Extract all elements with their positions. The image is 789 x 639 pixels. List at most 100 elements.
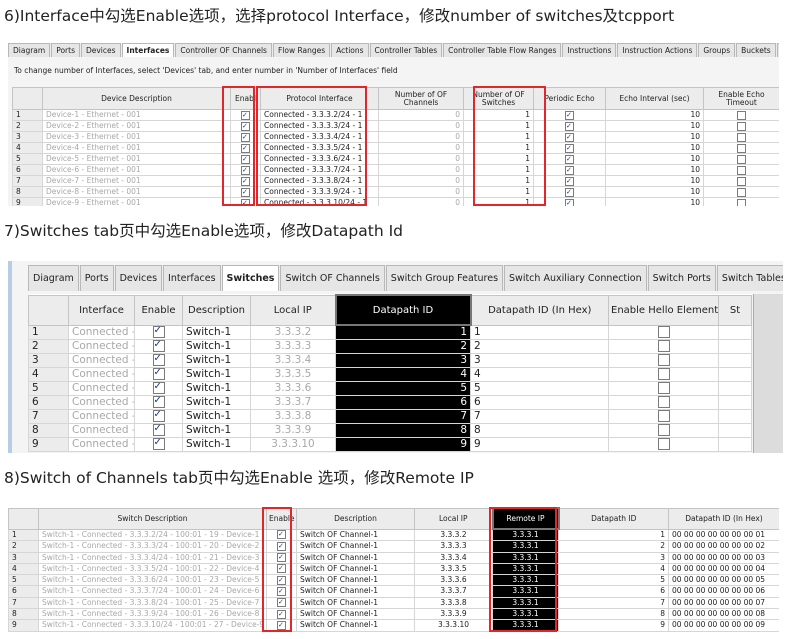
datapath-id-cell[interactable]: 2 xyxy=(335,339,471,354)
enable-cell[interactable] xyxy=(266,619,297,632)
enable-checkbox[interactable] xyxy=(152,382,165,394)
datapath-id-cell[interactable]: 1 xyxy=(558,528,669,542)
enable-checkbox[interactable] xyxy=(241,110,250,120)
table-row[interactable]: 2 Switch-1 - Connected - 3.3.3.3/24 - 100… xyxy=(8,540,779,553)
enable-checkbox[interactable] xyxy=(277,609,286,619)
echo-timeout-cell[interactable] xyxy=(703,186,779,198)
datapath-id-cell[interactable]: 4 xyxy=(558,562,669,576)
enable-cell[interactable] xyxy=(230,164,261,176)
enable-cell[interactable] xyxy=(134,395,183,410)
table-row[interactable]: 4Connected -Switch-13.3.3.544 xyxy=(28,367,752,382)
enable-checkbox[interactable] xyxy=(277,564,286,574)
description-cell[interactable]: Switch OF Channel-1 xyxy=(296,619,415,632)
echo-interval[interactable]: 10 xyxy=(605,175,704,187)
enable-checkbox[interactable] xyxy=(241,121,250,131)
echo-interval[interactable]: 10 xyxy=(605,186,704,198)
echo-interval[interactable]: 10 xyxy=(605,109,704,121)
tab-bucket-actions[interactable]: Bucket Actions xyxy=(776,43,779,57)
enable-checkbox[interactable] xyxy=(565,187,574,197)
periodic-echo-cell[interactable] xyxy=(533,197,606,206)
hello-element-cell[interactable] xyxy=(608,409,719,424)
enable-checkbox[interactable] xyxy=(737,132,746,142)
remote-ip-cell[interactable]: 3.3.3.1 xyxy=(492,585,559,598)
datapath-id-cell[interactable]: 7 xyxy=(335,409,471,424)
datapath-id-cell[interactable]: 6 xyxy=(335,395,471,410)
echo-timeout-cell[interactable] xyxy=(703,109,779,121)
datapath-id-cell[interactable]: 3 xyxy=(335,353,471,368)
enable-checkbox[interactable] xyxy=(657,410,670,422)
table-row[interactable]: 9Device-9 - Ethernet - 001 Connected - 3.… xyxy=(12,197,779,206)
remote-ip-cell[interactable]: 3.3.3.1 xyxy=(492,528,559,542)
description-cell[interactable]: Switch OF Channel-1 xyxy=(296,574,415,587)
enable-checkbox[interactable] xyxy=(657,438,670,450)
enable-checkbox[interactable] xyxy=(657,340,670,352)
enable-cell[interactable] xyxy=(134,381,183,396)
enable-checkbox[interactable] xyxy=(737,198,746,206)
enable-cell[interactable] xyxy=(134,324,183,340)
description-cell[interactable]: Switch-1 xyxy=(182,353,251,368)
enable-checkbox[interactable] xyxy=(241,143,250,153)
datapath-id-cell[interactable]: 7 xyxy=(558,596,669,610)
enable-checkbox[interactable] xyxy=(241,132,250,142)
remote-ip-cell[interactable]: 3.3.3.1 xyxy=(492,540,559,553)
echo-timeout-cell[interactable] xyxy=(703,197,779,206)
enable-checkbox[interactable] xyxy=(277,598,286,608)
periodic-echo-cell[interactable] xyxy=(533,186,606,198)
tab-instructions[interactable]: Instructions xyxy=(562,43,617,57)
table-row[interactable]: 7Device-7 - Ethernet - 001 Connected - 3.… xyxy=(12,175,779,187)
description-cell[interactable]: Switch OF Channel-1 xyxy=(296,540,415,553)
table-row[interactable]: 8Connected -Switch-13.3.3.988 xyxy=(28,423,752,438)
enable-checkbox[interactable] xyxy=(737,165,746,175)
description-cell[interactable]: Switch-1 xyxy=(182,423,251,438)
periodic-echo-cell[interactable] xyxy=(533,142,606,154)
periodic-echo-cell[interactable] xyxy=(533,153,606,165)
tab-ports[interactable]: Ports xyxy=(51,43,80,57)
description-cell[interactable]: Switch OF Channel-1 xyxy=(296,528,415,542)
periodic-echo-cell[interactable] xyxy=(533,164,606,176)
periodic-echo-cell[interactable] xyxy=(533,120,606,132)
tab-groups[interactable]: Groups xyxy=(698,43,736,57)
enable-checkbox[interactable] xyxy=(277,620,286,630)
enable-cell[interactable] xyxy=(134,423,183,438)
remote-ip-cell[interactable]: 3.3.3.1 xyxy=(492,596,559,610)
enable-cell[interactable] xyxy=(266,551,297,564)
echo-timeout-cell[interactable] xyxy=(703,164,779,176)
enable-checkbox[interactable] xyxy=(737,187,746,197)
hello-element-cell[interactable] xyxy=(608,339,719,354)
table-row[interactable]: 3Connected -Switch-13.3.3.433 xyxy=(28,353,752,368)
datapath-id-cell[interactable]: 4 xyxy=(335,367,471,382)
table-row[interactable]: 8 Switch-1 - Connected - 3.3.3.9/24 - 100… xyxy=(8,608,779,621)
tab-switch-ports[interactable]: Switch Ports xyxy=(647,265,716,291)
tab-buckets[interactable]: Buckets xyxy=(736,43,776,57)
enable-cell[interactable] xyxy=(266,608,297,621)
enable-cell[interactable] xyxy=(230,186,261,198)
echo-timeout-cell[interactable] xyxy=(703,142,779,154)
echo-interval[interactable]: 10 xyxy=(605,197,704,206)
datapath-id-cell[interactable]: 9 xyxy=(335,437,471,452)
enable-cell[interactable] xyxy=(266,528,297,542)
enable-checkbox[interactable] xyxy=(241,154,250,164)
protocol-interface[interactable]: Connected - 3.3.3.4/24 - 1 xyxy=(260,131,379,143)
datapath-id-cell[interactable]: 5 xyxy=(558,574,669,587)
enable-checkbox[interactable] xyxy=(565,143,574,153)
enable-cell[interactable] xyxy=(230,142,261,154)
echo-interval[interactable]: 10 xyxy=(605,131,704,143)
enable-checkbox[interactable] xyxy=(565,110,574,120)
enable-checkbox[interactable] xyxy=(657,354,670,366)
enable-checkbox[interactable] xyxy=(657,424,670,436)
protocol-interface[interactable]: Connected - 3.3.3.2/24 - 1 xyxy=(260,109,379,121)
enable-checkbox[interactable] xyxy=(565,198,574,206)
enable-checkbox[interactable] xyxy=(152,424,165,436)
table-row[interactable]: 5Connected -Switch-13.3.3.655 xyxy=(28,381,752,396)
periodic-echo-cell[interactable] xyxy=(533,131,606,143)
periodic-echo-cell[interactable] xyxy=(533,175,606,187)
table-row[interactable]: 9 Switch-1 - Connected - 3.3.3.10/24 - 10… xyxy=(8,619,779,632)
tab-switch-of-channels[interactable]: Switch OF Channels xyxy=(280,265,385,291)
table-row[interactable]: 4 Switch-1 - Connected - 3.3.3.5/24 - 100… xyxy=(8,562,779,576)
enable-cell[interactable] xyxy=(230,197,261,206)
enable-checkbox[interactable] xyxy=(657,396,670,408)
enable-checkbox[interactable] xyxy=(241,198,250,206)
enable-checkbox[interactable] xyxy=(277,541,286,551)
protocol-interface[interactable]: Connected - 3.3.3.5/24 - 1 xyxy=(260,142,379,154)
table-row[interactable]: 7 Switch-1 - Connected - 3.3.3.8/24 - 100… xyxy=(8,596,779,610)
